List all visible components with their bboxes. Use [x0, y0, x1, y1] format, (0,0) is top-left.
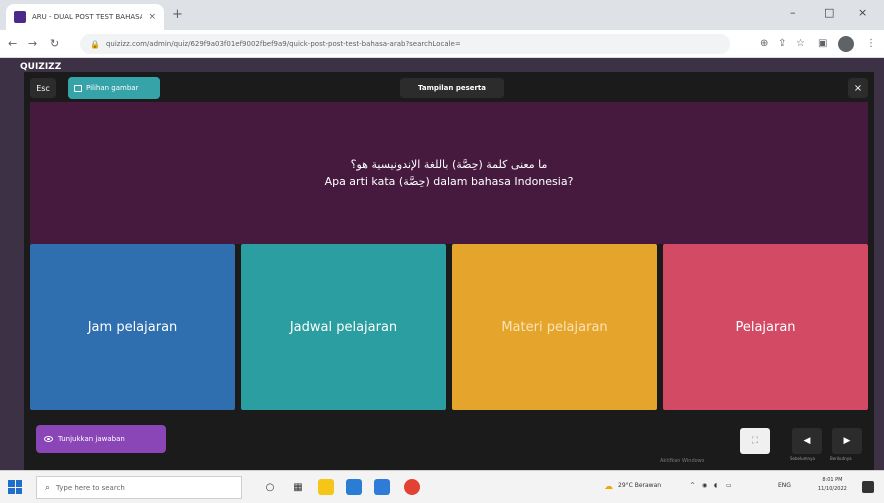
browser-tab[interactable]: ARU - DUAL POST TEST BAHASA × [6, 4, 164, 30]
zoom-icon[interactable]: ⊕ [760, 38, 768, 49]
url-text: quizizz.com/admin/quiz/629f9a03f01ef9002… [105, 40, 461, 48]
profile-avatar[interactable] [838, 36, 854, 52]
question-text-arabic: ما معنى كلمة (حِصَّة) باللغة الإندونيسية… [350, 158, 548, 171]
windows-start-icon[interactable] [8, 480, 22, 494]
url-input[interactable]: 🔒 quizizz.com/admin/quiz/629f9a03f01ef90… [80, 34, 730, 54]
reload-button[interactable]: ↻ [50, 37, 59, 50]
search-icon: ⌕ [45, 482, 51, 493]
next-button[interactable]: ▶ [832, 428, 862, 454]
tray-chevron-icon[interactable]: ^ [690, 482, 695, 489]
clock-time: 8:01 PM [822, 477, 843, 483]
next-label: Berikutnya [830, 456, 852, 461]
quizizz-favicon-icon [14, 11, 26, 23]
answer-option-3[interactable]: Materi pelajaran [452, 244, 657, 410]
windows-taskbar: ⌕ Type here to search ○ ▦ ☁ 29°C Berawan… [0, 470, 884, 503]
battery-icon[interactable]: ▭ [726, 482, 732, 489]
forward-button[interactable]: → [28, 37, 37, 50]
new-tab-button[interactable]: + [172, 8, 183, 22]
browser-tab-strip: ARU - DUAL POST TEST BAHASA × + – □ × [0, 0, 884, 30]
theme-picker-button[interactable]: Pilihan gambar [68, 77, 160, 99]
esc-button[interactable]: Esc [30, 78, 56, 98]
modal-toolbar: Esc Pilihan gambar Tampilan peserta × [24, 72, 874, 102]
file-explorer-icon[interactable] [318, 479, 334, 495]
search-placeholder: Type here to search [56, 483, 125, 492]
question-panel: ما معنى كلمة (حِصَّة) باللغة الإندونيسية… [30, 102, 868, 244]
answer-option-4[interactable]: Pelajaran [663, 244, 868, 410]
widgets-icon[interactable]: ▦ [290, 479, 306, 495]
answer-option-1[interactable]: Jam pelajaran [30, 244, 235, 410]
show-answer-button[interactable]: Tunjukkan jawaban [36, 425, 166, 453]
previous-button[interactable]: ◀ [792, 428, 822, 454]
answer-option-2[interactable]: Jadwal pelajaran [241, 244, 446, 410]
store-icon[interactable] [346, 479, 362, 495]
weather-text[interactable]: 29°C Berawan [618, 482, 661, 489]
previous-label: Sebelumnya [790, 456, 815, 461]
question-text-indonesian: Apa arti kata (حِصَّة) dalam bahasa Indo… [324, 175, 574, 188]
share-icon[interactable]: ⇪ [778, 38, 786, 49]
language-indicator[interactable]: ENG [778, 482, 791, 489]
volume-icon[interactable]: ◖ [714, 482, 717, 489]
menu-icon[interactable]: ⋮ [866, 38, 876, 49]
quizizz-logo: QUIZIZZ [20, 62, 62, 72]
tab-close-icon[interactable]: × [148, 12, 156, 22]
clock-date: 11/10/2022 [818, 486, 847, 492]
quizizz-page: QUIZIZZ Esc Pilihan gambar Tampilan pese… [0, 58, 884, 470]
back-button[interactable]: ← [8, 37, 17, 50]
question-preview-modal: Esc Pilihan gambar Tampilan peserta × ما… [24, 72, 874, 470]
window-close-button[interactable]: × [858, 6, 867, 19]
address-bar-row: ← → ↻ 🔒 quizizz.com/admin/quiz/629f9a03f… [0, 30, 884, 58]
participant-view-button[interactable]: Tampilan peserta [400, 78, 504, 98]
lock-icon: 🔒 [90, 39, 100, 49]
image-icon [74, 84, 82, 92]
fullscreen-button[interactable]: ⛶ [740, 428, 770, 454]
modal-close-button[interactable]: × [848, 78, 868, 98]
tab-title: ARU - DUAL POST TEST BAHASA [32, 13, 143, 21]
theme-picker-label: Pilihan gambar [86, 84, 139, 92]
mail-icon[interactable] [374, 479, 390, 495]
minimize-button[interactable]: – [790, 6, 796, 19]
task-view-icon[interactable]: ○ [262, 479, 278, 495]
sidebar-icon[interactable]: ▣ [818, 38, 827, 49]
eye-icon [44, 436, 53, 442]
taskbar-search-input[interactable]: ⌕ Type here to search [36, 476, 242, 499]
maximize-button[interactable]: □ [824, 6, 834, 19]
system-clock[interactable]: 8:01 PM 11/10/2022 [818, 476, 847, 494]
network-icon[interactable]: ◉ [702, 482, 707, 489]
notification-icon[interactable] [862, 481, 874, 493]
answer-options: Jam pelajaran Jadwal pelajaran Materi pe… [30, 244, 868, 410]
chrome-icon[interactable] [404, 479, 420, 495]
weather-icon: ☁ [604, 482, 613, 492]
bookmark-star-icon[interactable]: ☆ [796, 38, 805, 49]
show-answer-label: Tunjukkan jawaban [58, 435, 125, 443]
activate-windows-note: Aktifkan Windows [660, 458, 705, 464]
